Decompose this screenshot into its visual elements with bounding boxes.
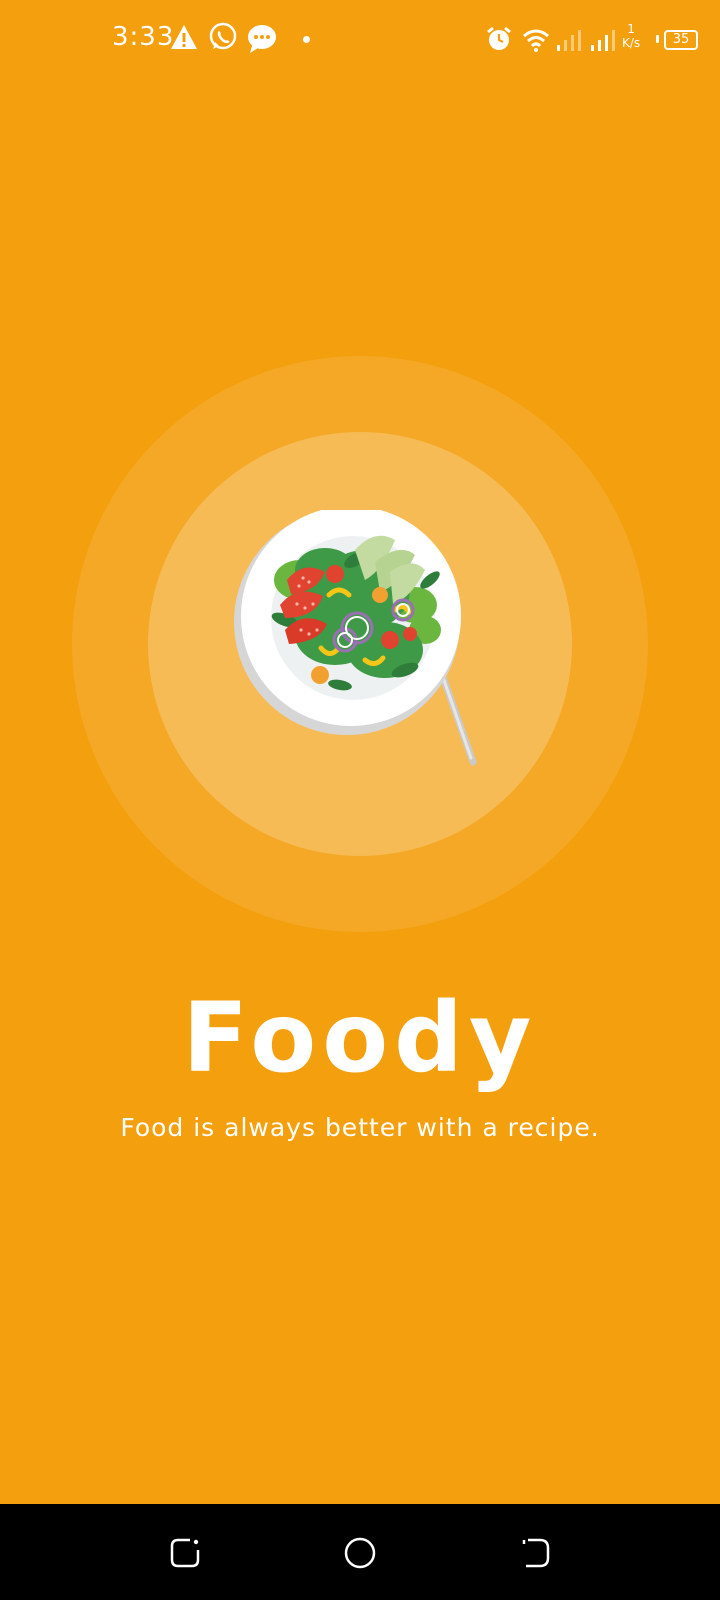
signal-icon-2 bbox=[591, 30, 615, 51]
back-button[interactable] bbox=[518, 1536, 552, 1570]
network-speed: 1 K/s bbox=[622, 22, 640, 50]
status-time: 3:33 bbox=[112, 22, 175, 52]
whatsapp-icon bbox=[209, 22, 237, 50]
network-speed-value: 1 bbox=[627, 22, 635, 36]
status-bar: 3:33 1 K/s 35 bbox=[0, 0, 720, 80]
salad-plate-logo bbox=[234, 510, 477, 766]
battery-icon: 35 bbox=[664, 30, 698, 50]
app-title: Foody bbox=[182, 982, 538, 1094]
navigation-bar bbox=[0, 1504, 720, 1600]
signal-icon-1 bbox=[557, 30, 581, 51]
home-button[interactable] bbox=[343, 1536, 377, 1570]
app-tagline: Food is always better with a recipe. bbox=[120, 1113, 600, 1142]
warning-icon bbox=[171, 25, 197, 49]
battery-level: 35 bbox=[672, 32, 690, 47]
wifi-icon bbox=[523, 29, 549, 52]
alarm-icon bbox=[487, 26, 511, 50]
battery-tip bbox=[656, 35, 659, 43]
notification-dot bbox=[303, 36, 310, 43]
message-icon bbox=[248, 25, 276, 53]
recent-apps-button[interactable] bbox=[168, 1536, 202, 1570]
network-speed-unit: K/s bbox=[622, 36, 641, 50]
